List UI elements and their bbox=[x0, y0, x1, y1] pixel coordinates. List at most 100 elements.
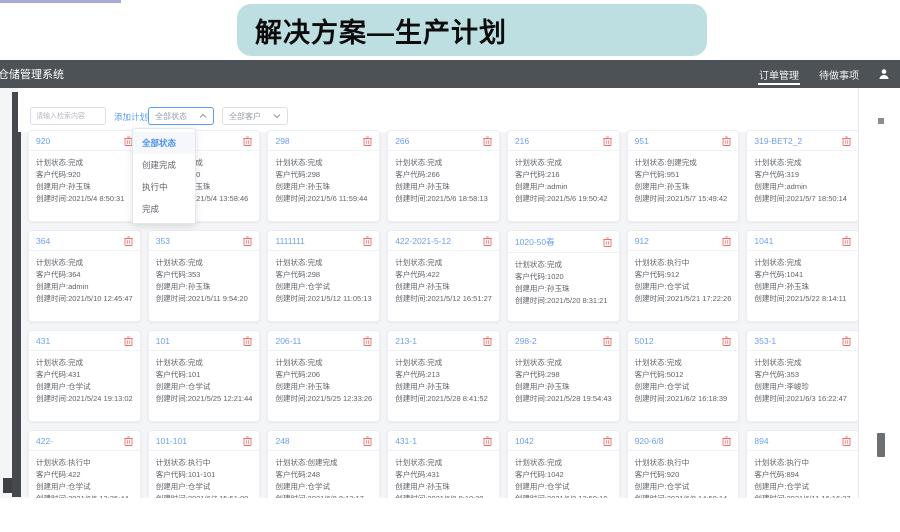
plan-id-link[interactable]: 216 bbox=[515, 136, 529, 146]
delete-icon[interactable] bbox=[363, 236, 372, 246]
plan-id-link[interactable]: 422-2021-5-12 bbox=[395, 236, 451, 246]
plan-id-link[interactable]: 422- bbox=[36, 436, 53, 446]
nav-item-orders[interactable]: 订单管理 bbox=[758, 60, 800, 89]
delete-icon[interactable] bbox=[243, 236, 252, 246]
delete-icon[interactable] bbox=[842, 136, 851, 146]
dropdown-option[interactable]: 执行中 bbox=[133, 176, 195, 198]
plan-id-link[interactable]: 1111111 bbox=[275, 236, 304, 246]
delete-icon[interactable] bbox=[722, 236, 731, 246]
plan-id-link[interactable]: 951 bbox=[635, 136, 649, 146]
plan-card-header: 422- bbox=[29, 431, 140, 451]
delete-icon[interactable] bbox=[842, 436, 851, 446]
plan-id-link[interactable]: 431 bbox=[36, 336, 50, 346]
plan-card-body: 计划状态:执行中 客户代码:101-101 创建用户:仓学试 创建时间:2021… bbox=[149, 451, 260, 498]
create-time: 创建时间:2021/5/28 8:41:52 bbox=[395, 393, 492, 405]
plan-card-body: 计划状态:完成 客户代码:353 创建用户:李峻珍 创建时间:2021/6/3 … bbox=[747, 351, 857, 405]
delete-icon[interactable] bbox=[722, 336, 731, 346]
plan-card-body: 计划状态:完成 客户代码:431 创建用户:孙玉珠 创建时间:2021/6/8 … bbox=[388, 451, 499, 498]
plan-card-header: 213-1 bbox=[388, 331, 499, 351]
delete-icon[interactable] bbox=[483, 236, 492, 246]
plan-status: 计划状态:完成 bbox=[515, 259, 612, 271]
delete-icon[interactable] bbox=[124, 236, 133, 246]
create-time: 创建时间:2021/6/2 16:18:39 bbox=[635, 393, 732, 405]
plan-id-link[interactable]: 101 bbox=[156, 336, 170, 346]
plan-id-link[interactable]: 5012 bbox=[635, 336, 654, 346]
right-scrollbar-gutter bbox=[858, 88, 900, 498]
delete-icon[interactable] bbox=[363, 336, 372, 346]
plan-card-body: 计划状态:完成 客户代码:431 创建用户:仓学试 创建时间:2021/5/24… bbox=[29, 351, 140, 405]
scrollbar-thumb[interactable] bbox=[877, 433, 885, 457]
delete-icon[interactable] bbox=[603, 136, 612, 146]
customer-code: 客户代码:266 bbox=[395, 169, 492, 181]
status-select[interactable]: 全部状态 bbox=[148, 107, 214, 125]
dropdown-option[interactable]: 完成 bbox=[133, 198, 195, 220]
plan-card: 1042 计划状态:完成 客户代码:1042 创建用户:仓学试 创建时间:202… bbox=[507, 430, 620, 498]
delete-icon[interactable] bbox=[124, 436, 133, 446]
customer-code: 客户代码:431 bbox=[36, 369, 133, 381]
plan-id-link[interactable]: 298-2 bbox=[515, 336, 537, 346]
plan-id-link[interactable]: 101-101 bbox=[156, 436, 187, 446]
plan-status: 计划状态:创建完成 bbox=[635, 157, 732, 169]
create-time: 创建时间:2021/5/21 17:22:26 bbox=[635, 293, 732, 305]
plan-id-link[interactable]: 1041 bbox=[754, 236, 773, 246]
create-user: 创建用户:仓学试 bbox=[515, 481, 612, 493]
delete-icon[interactable] bbox=[124, 336, 133, 346]
plan-status: 计划状态:完成 bbox=[515, 457, 612, 469]
plan-id-link[interactable]: 920 bbox=[36, 136, 50, 146]
customer-code: 客户代码:216 bbox=[515, 169, 612, 181]
delete-icon[interactable] bbox=[483, 436, 492, 446]
delete-icon[interactable] bbox=[243, 336, 252, 346]
plan-id-link[interactable]: 266 bbox=[395, 136, 409, 146]
plan-id-link[interactable]: 431-1 bbox=[395, 436, 417, 446]
delete-icon[interactable] bbox=[483, 136, 492, 146]
delete-icon[interactable] bbox=[722, 436, 731, 446]
plan-id-link[interactable]: 319-BET2_2 bbox=[754, 136, 802, 146]
plan-id-link[interactable]: 364 bbox=[36, 236, 50, 246]
delete-icon[interactable] bbox=[483, 336, 492, 346]
plan-status: 计划状态:完成 bbox=[36, 357, 133, 369]
plan-id-link[interactable]: 353 bbox=[156, 236, 170, 246]
plan-status: 计划状态:完成 bbox=[156, 257, 253, 269]
dropdown-option[interactable]: 全部状态 bbox=[133, 132, 195, 154]
plan-card-header: 101-101 bbox=[149, 431, 260, 451]
plan-id-link[interactable]: 920-6/8 bbox=[635, 436, 664, 446]
plan-status: 计划状态:执行中 bbox=[635, 257, 732, 269]
chevron-down-icon bbox=[273, 113, 281, 119]
dropdown-option[interactable]: 创建完成 bbox=[133, 154, 195, 176]
delete-icon[interactable] bbox=[363, 136, 372, 146]
plan-id-link[interactable]: 298 bbox=[275, 136, 289, 146]
plan-id-link[interactable]: 894 bbox=[754, 436, 768, 446]
plan-id-link[interactable]: 213-1 bbox=[395, 336, 417, 346]
plan-card: 213-1 计划状态:完成 客户代码:213 创建用户:孙玉珠 创建时间:202… bbox=[387, 330, 500, 422]
delete-icon[interactable] bbox=[603, 336, 612, 346]
create-user: 创建用户:孙玉珠 bbox=[275, 381, 372, 393]
delete-icon[interactable] bbox=[243, 136, 252, 146]
delete-icon[interactable] bbox=[603, 237, 612, 247]
customer-code: 客户代码:1041 bbox=[754, 269, 850, 281]
customer-select[interactable]: 全部客户 bbox=[222, 107, 288, 125]
plan-id-link[interactable]: 912 bbox=[635, 236, 649, 246]
user-icon[interactable] bbox=[878, 68, 890, 80]
delete-icon[interactable] bbox=[842, 236, 851, 246]
nav-item-todos[interactable]: 待做事项 bbox=[818, 60, 860, 89]
plan-card: 298-2 计划状态:完成 客户代码:298 创建用户:孙玉珠 创建时间:202… bbox=[507, 330, 620, 422]
plan-card-body: 计划状态:完成 客户代码:216 创建用户:admin 创建时间:2021/5/… bbox=[508, 151, 619, 205]
plan-id-link[interactable]: 248 bbox=[275, 436, 289, 446]
plan-card-header: 1042 bbox=[508, 431, 619, 451]
create-user: 创建用户:孙玉珠 bbox=[36, 181, 133, 193]
plan-id-link[interactable]: 1042 bbox=[515, 436, 534, 446]
add-plan-button[interactable]: 添加计划 bbox=[114, 111, 148, 123]
delete-icon[interactable] bbox=[603, 436, 612, 446]
delete-icon[interactable] bbox=[842, 336, 851, 346]
delete-icon[interactable] bbox=[243, 436, 252, 446]
delete-icon[interactable] bbox=[363, 436, 372, 446]
create-user: 创建用户:仓学试 bbox=[36, 481, 133, 493]
delete-icon[interactable] bbox=[722, 136, 731, 146]
plan-card-header: 298-2 bbox=[508, 331, 619, 351]
plan-status: 计划状态:完成 bbox=[156, 357, 253, 369]
plan-status: 计划状态:完成 bbox=[395, 257, 492, 269]
plan-id-link[interactable]: 206-11 bbox=[275, 336, 301, 346]
plan-id-link[interactable]: 1020-50春 bbox=[515, 236, 555, 248]
plan-id-link[interactable]: 353-1 bbox=[754, 336, 776, 346]
search-input[interactable] bbox=[30, 107, 106, 125]
